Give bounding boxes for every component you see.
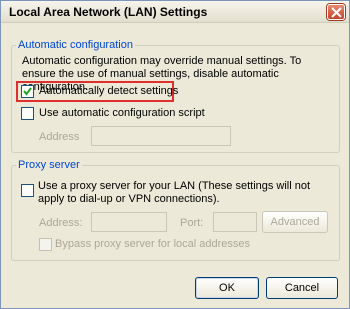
- dialog-title: Local Area Network (LAN) Settings: [9, 5, 208, 19]
- advanced-button[interactable]: Advanced: [262, 211, 328, 233]
- use-proxy-label[interactable]: Use a proxy server for your LAN (These s…: [38, 180, 330, 206]
- use-proxy-checkbox[interactable]: [21, 184, 34, 197]
- title-bar[interactable]: Local Area Network (LAN) Settings: [1, 1, 349, 23]
- proxy-port-field[interactable]: [213, 212, 257, 232]
- cancel-button[interactable]: Cancel: [266, 277, 338, 299]
- use-script-checkbox[interactable]: [21, 107, 34, 120]
- auto-detect-checkbox[interactable]: [21, 85, 34, 98]
- script-address-label: Address: [39, 131, 80, 143]
- proxy-address-field[interactable]: [91, 212, 167, 232]
- automatic-configuration-legend: Automatic configuration: [18, 39, 133, 51]
- script-address-field[interactable]: [91, 126, 231, 146]
- bypass-label[interactable]: Bypass proxy server for local addresses: [55, 238, 250, 250]
- proxy-port-label: Port:: [180, 217, 204, 229]
- use-script-label[interactable]: Use automatic configuration script: [39, 107, 205, 119]
- auto-detect-label[interactable]: Automatically detect settings: [39, 85, 178, 97]
- close-button[interactable]: [327, 4, 345, 20]
- proxy-server-legend: Proxy server: [18, 159, 80, 171]
- bypass-checkbox[interactable]: [39, 238, 52, 251]
- checkmark-icon: [23, 87, 32, 96]
- lan-settings-dialog: Local Area Network (LAN) Settings Automa…: [0, 0, 350, 309]
- ok-button[interactable]: OK: [195, 277, 259, 299]
- close-icon: [331, 7, 342, 18]
- proxy-address-label: Address:: [39, 217, 83, 229]
